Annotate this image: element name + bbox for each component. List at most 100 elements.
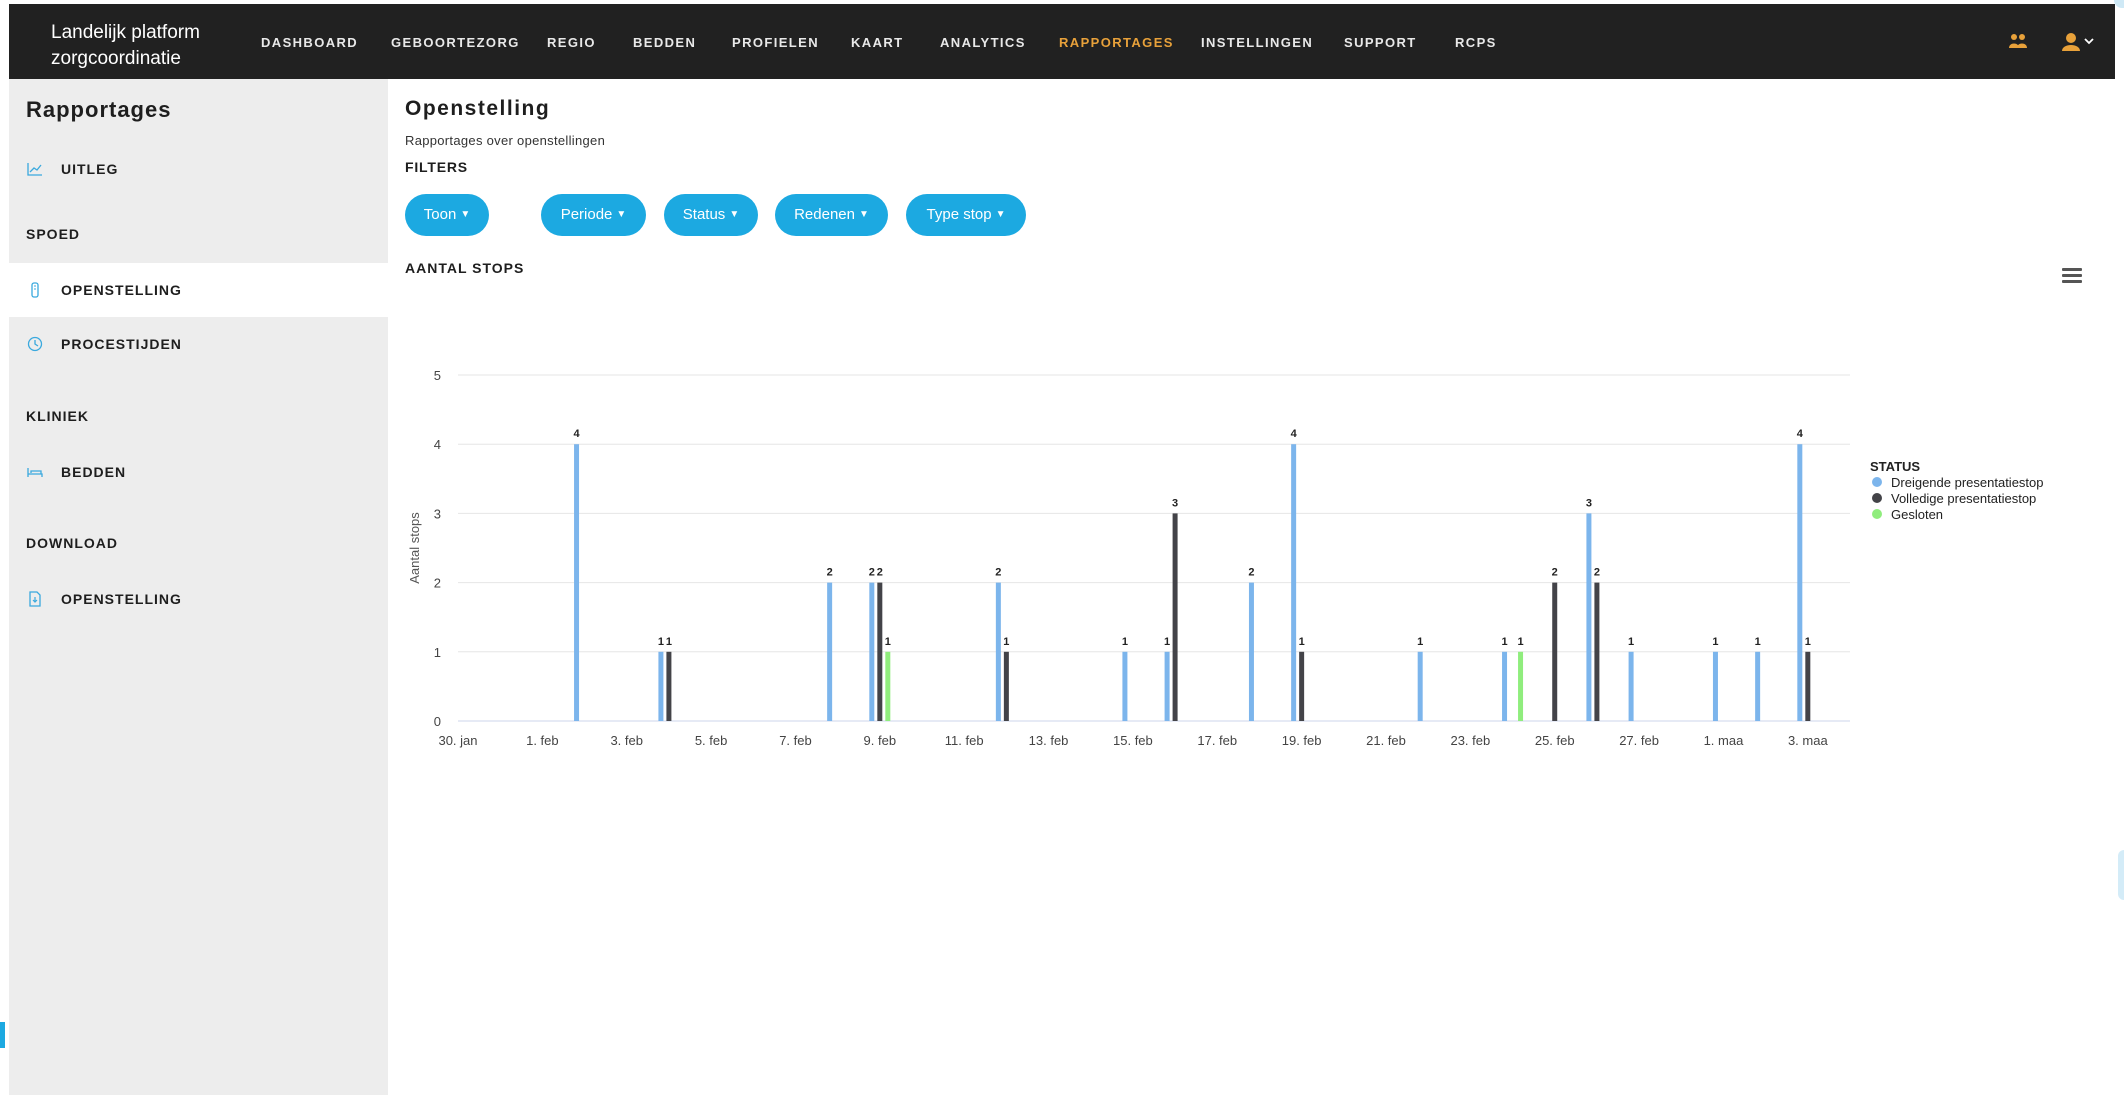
bar [1502,651,1508,721]
main-content: Openstelling Rapportages over openstelli… [388,79,2115,1095]
filter-toon-button[interactable]: Toon ▼ [405,194,489,236]
filter-redenen-button[interactable]: Redenen ▼ [775,194,888,236]
filter-periode-button[interactable]: Periode ▼ [541,194,646,236]
sidebar-item-bedden[interactable]: BEDDEN [9,445,388,499]
bar [658,651,664,721]
bar [1805,651,1811,721]
nav-regio[interactable]: REGIO [547,35,596,50]
legend-marker [1872,493,1882,503]
data-label: 2 [995,567,1001,579]
bar [827,582,833,721]
nav-instellingen[interactable]: INSTELLINGEN [1201,35,1313,50]
section-spoed: SPOED [26,226,81,242]
y-tick-label: 1 [434,645,441,660]
bar [1628,651,1634,721]
y-tick-label: 4 [434,437,441,452]
x-tick-label: 1. maa [1704,733,1745,748]
section-kliniek: KLINIEK [26,408,89,424]
sidebar-item-uitleg[interactable]: UITLEG [9,142,388,196]
bar [1755,651,1761,721]
bar [1291,444,1297,721]
data-label: 1 [1712,636,1718,648]
x-tick-label: 23. feb [1450,733,1490,748]
nav-rcps[interactable]: RCPS [1455,35,1497,50]
bar [1003,651,1009,721]
brand-line-2: zorgcoordinatie [51,48,181,69]
bar [1122,651,1128,721]
page-subtitle: Rapportages over openstellingen [405,133,606,148]
bar [1552,582,1558,721]
x-tick-label: 9. feb [864,733,897,748]
filters-label: FILTERS [405,159,468,175]
nav-bedden[interactable]: BEDDEN [633,35,696,50]
top-navbar: Landelijk platform zorgcoordinatie DASHB… [9,4,2115,79]
y-tick-label: 5 [434,368,441,383]
x-tick-label: 17. feb [1197,733,1237,748]
filter-type-stop-button[interactable]: Type stop ▼ [906,194,1026,236]
data-label: 2 [1594,567,1600,579]
filter-status-button[interactable]: Status ▼ [664,194,758,236]
chevron-down-icon [2084,38,2094,45]
filter-label: Redenen [794,206,855,223]
bar [1248,582,1254,721]
team-icon[interactable] [2008,32,2028,55]
legend-marker [1872,477,1882,487]
data-label: 2 [827,567,833,579]
section-download: DOWNLOAD [26,535,118,551]
data-label: 1 [1122,636,1128,648]
data-label: 1 [658,636,664,648]
data-label: 1 [1805,636,1811,648]
x-tick-label: 13. feb [1029,733,1069,748]
bar [1797,444,1803,721]
file-download-icon [29,591,41,607]
bar [1586,513,1592,721]
nav-profielen[interactable]: PROFIELEN [732,35,819,50]
nav-rapportages[interactable]: RAPPORTAGES [1059,35,1174,50]
filter-label: Type stop [926,206,992,223]
clock-icon [27,336,43,352]
caret-down-icon: ▼ [995,209,1006,220]
sidebar-item-label: UITLEG [61,161,119,177]
bar [1712,651,1718,721]
nav-kaart[interactable]: KAART [851,35,904,50]
user-menu[interactable] [2062,32,2100,57]
sidebar-item-openstelling[interactable]: OPENSTELLING [9,263,388,317]
bar [1172,513,1178,721]
bar [885,651,891,721]
data-label: 1 [1628,636,1634,648]
data-label: 1 [1299,636,1305,648]
bar [877,582,883,721]
nav-analytics[interactable]: ANALYTICS [940,35,1026,50]
bar [869,582,875,721]
data-label: 1 [885,636,891,648]
filter-label: Status [682,206,726,223]
nav-geboortezorg[interactable]: GEBOORTEZORG [391,35,520,50]
y-tick-label: 3 [434,506,441,521]
sidebar-title: Rapportages [26,97,172,122]
x-tick-label: 3. maa [1788,733,1829,748]
x-tick-label: 5. feb [695,733,728,748]
data-label: 1 [1501,636,1507,648]
thermometer-icon [31,282,39,298]
x-tick-label: 27. feb [1619,733,1659,748]
nav-dashboard[interactable]: DASHBOARD [261,35,358,50]
brand-logo-text[interactable]: Landelijk platform zorgcoordinatie [51,20,221,72]
x-tick-label: 3. feb [610,733,643,748]
bar [666,651,672,721]
user-icon [2062,33,2080,51]
data-label: 1 [666,636,672,648]
data-label: 2 [877,567,883,579]
sidebar-item-label: OPENSTELLING [61,282,182,298]
sidebar-item-download-openstelling[interactable]: OPENSTELLING [9,572,388,626]
sidebar-item-label: OPENSTELLING [61,591,182,607]
x-tick-label: 21. feb [1366,733,1406,748]
edge-marker [0,1022,5,1048]
x-tick-label: 25. feb [1535,733,1575,748]
sidebar-item-procestijden[interactable]: PROCESTIJDEN [9,317,388,371]
sidebar: Rapportages UITLEG SPOED OPENSTELLING PR… [9,79,388,1095]
legend-marker [1872,509,1882,519]
nav-support[interactable]: SUPPORT [1344,35,1417,50]
line-chart-icon [27,163,42,176]
bar [995,582,1001,721]
data-label: 3 [1586,497,1592,509]
